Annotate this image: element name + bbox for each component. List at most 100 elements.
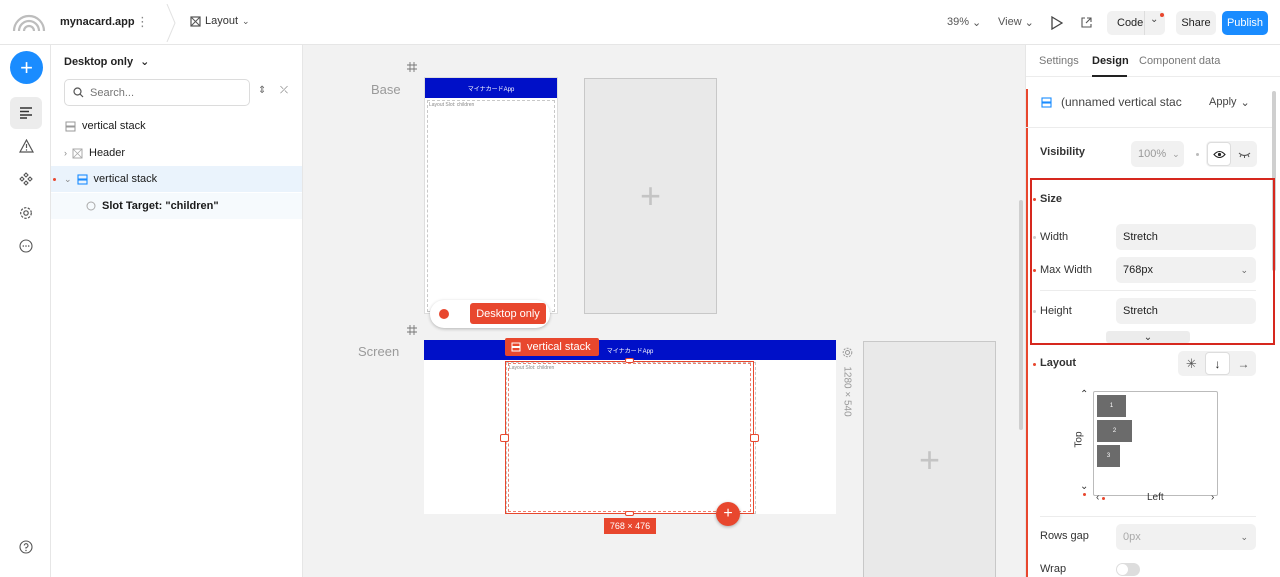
canvas[interactable]: Base マイナカードApp Layout Slot: children + D… [303,45,1025,577]
rows-gap-select[interactable]: 0px ⌄ [1116,524,1256,550]
frame-size-label: 1280 × 540 [841,366,853,417]
project-name[interactable]: mynacard.app [60,16,135,28]
sort-icon[interactable]: ⇕ [258,85,266,96]
tree-item-label: vertical stack [82,120,146,132]
slot-label: Layout Slot: children [429,102,475,108]
search-icon [73,87,84,98]
frame-size-indicator[interactable]: 1280 × 540 [841,345,855,417]
tab-component-data[interactable]: Component data [1139,55,1220,67]
tree-item-selected[interactable]: ⌄ vertical stack [51,166,302,192]
max-width-select[interactable]: 768px ⌄ [1116,257,1256,283]
left-rail: + [0,45,51,577]
tree-item[interactable]: Slot Target: "children" [51,193,302,219]
publish-button[interactable]: Publish [1222,11,1268,35]
chevron-down-icon[interactable]: ⌄ [1080,481,1088,492]
tree-item[interactable]: › Header [51,140,302,166]
search-box[interactable] [64,79,250,106]
chevron-right-icon[interactable]: › [1211,492,1214,503]
layout-vertical-button[interactable]: ↓ [1205,352,1230,375]
resize-handle-top[interactable] [625,358,634,363]
play-icon[interactable] [1050,16,1063,30]
external-link-icon[interactable] [1080,16,1093,29]
component-icon [72,148,83,158]
horizontal-axis-label[interactable]: Left [1147,492,1164,503]
divider [1040,516,1256,517]
breadcrumb-divider [166,4,176,42]
notification-dot [1160,13,1164,17]
settings-icon[interactable] [10,197,42,229]
chevron-left-icon[interactable]: ‹ [1096,492,1099,503]
more-icon[interactable] [10,230,42,262]
alignment-grid[interactable]: 1 2 3 [1093,391,1218,496]
max-width-value: 768px [1123,264,1153,276]
zoom-selector[interactable]: 39% ⌄ [947,16,981,29]
tree-item-label: vertical stack [93,173,158,185]
modified-dot [1083,493,1086,496]
add-child-button[interactable]: + [716,502,740,526]
collapse-all-icon[interactable]: ⤫ [280,85,288,96]
chevron-down-icon: ⌄ [140,56,150,68]
layout-free-button[interactable]: ✳ [1179,352,1204,375]
arrow-right-icon: → [1237,356,1250,371]
add-variant-placeholder[interactable]: + [584,78,717,314]
layout-horizontal-button[interactable]: → [1231,352,1256,375]
add-icon[interactable]: + [10,51,43,84]
header-bar: マイナカードApp [424,340,836,360]
properties-panel: Settings Design Component data (unnamed … [1025,45,1280,577]
chevron-right-icon[interactable]: › [64,148,67,158]
chevron-down-icon[interactable]: ⌄ [1150,14,1158,25]
divider [1040,290,1256,291]
layout-label: Layout [205,15,239,27]
vertical-stack-icon [76,173,88,185]
visible-button[interactable] [1207,142,1231,166]
selection-tag-label: vertical stack [527,341,591,353]
tab-settings[interactable]: Settings [1039,55,1079,67]
chevron-up-icon[interactable]: ⌃ [1080,389,1088,400]
components-icon[interactable] [10,163,42,195]
help-icon[interactable] [10,531,42,563]
layers-icon[interactable] [10,97,42,129]
mode-selector[interactable]: Desktop only ⌄ [64,55,150,69]
vertical-stack-icon [511,342,521,352]
warning-icon[interactable] [10,130,42,162]
resize-handle-left[interactable] [500,434,509,442]
view-selector[interactable]: View ⌄ [998,16,1034,29]
vertical-stack-icon [65,121,76,131]
layout-selector[interactable]: Layout ⌄ [190,15,250,27]
frame-icon[interactable] [407,62,417,72]
wrap-toggle[interactable] [1116,563,1140,576]
add-variant-placeholder[interactable]: + [863,341,996,577]
hidden-button[interactable] [1232,142,1256,166]
chevron-down-icon: ⌄ [1240,531,1248,542]
layout-item-preview: 3 [1097,445,1120,467]
selection-tag[interactable]: vertical stack [505,338,599,356]
chevron-down-icon: ⌄ [1143,331,1153,343]
apply-dropdown[interactable]: Apply ⌄ [1209,96,1250,109]
component-title[interactable]: (unnamed vertical stac [1061,95,1191,109]
frame-icon[interactable] [407,325,417,335]
height-field[interactable]: Stretch [1116,298,1256,324]
rows-gap-label: Rows gap [1040,530,1089,542]
resize-handle-right[interactable] [750,434,759,442]
tab-design[interactable]: Design [1092,55,1129,67]
project-menu-icon[interactable]: ⋮ [136,14,149,30]
tree-item[interactable]: vertical stack [51,113,302,139]
search-input[interactable] [90,86,230,99]
code-split-divider [1144,11,1145,35]
visibility-opacity-select[interactable]: 100% ⌄ [1131,141,1184,167]
canvas-scrollbar[interactable] [1019,200,1023,430]
resize-handle-bottom[interactable] [625,511,634,516]
size-label: Size [1040,193,1063,205]
vertical-stack-icon [1041,97,1052,108]
divider [1026,127,1272,128]
vertical-axis-label[interactable]: Top [1074,431,1085,447]
desktop-only-badge[interactable]: Desktop only [470,303,546,324]
chevron-down-icon[interactable]: ⌄ [64,174,72,185]
width-label: Width [1040,231,1069,243]
base-frame[interactable]: マイナカードApp Layout Slot: children [424,77,558,314]
modified-dot [1102,497,1105,500]
share-button[interactable]: Share [1176,11,1216,35]
width-field[interactable]: Stretch [1116,224,1256,250]
expand-size-button[interactable]: ⌄ [1106,331,1190,343]
app-logo-icon[interactable] [12,10,46,32]
